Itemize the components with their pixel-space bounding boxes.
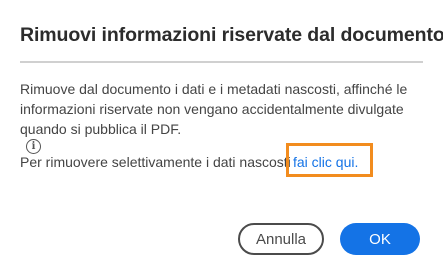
- ok-button[interactable]: OK: [340, 223, 420, 255]
- description-line: Rimuove dal documento i dati e i metadat…: [20, 81, 408, 97]
- selective-removal-label: Per rimuovere selettivamente i dati nasc…: [20, 154, 291, 170]
- description-line-text: quando si pubblica il PDF.: [20, 121, 182, 137]
- title-divider: [20, 61, 423, 63]
- dialog-title: Rimuovi informazioni riservate dal docum…: [20, 24, 443, 46]
- description-line: informazioni riservate non vengano accid…: [20, 101, 404, 117]
- remove-hidden-info-dialog: Rimuovi informazioni riservate dal docum…: [0, 0, 443, 273]
- selective-removal-link[interactable]: fai clic qui.: [293, 152, 358, 172]
- cancel-button[interactable]: Annulla: [238, 223, 324, 255]
